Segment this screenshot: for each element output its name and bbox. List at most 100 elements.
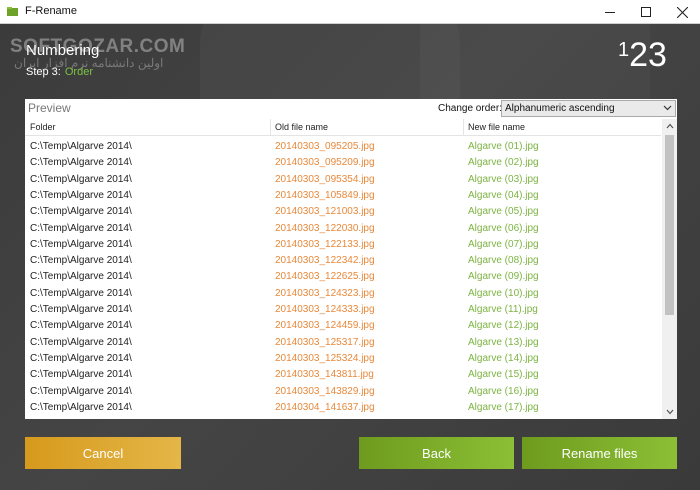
new-name-cell: Algarve (03).jpg	[468, 173, 539, 185]
table-row[interactable]: C:\Temp\Algarve 2014\ 20140303_122133.jp…	[25, 237, 661, 253]
folder-cell: C:\Temp\Algarve 2014\	[30, 255, 132, 267]
folder-icon	[7, 7, 18, 16]
new-name-cell: Algarve (07).jpg	[468, 238, 539, 250]
rename-files-button[interactable]: Rename files	[522, 437, 677, 469]
folder-cell: C:\Temp\Algarve 2014\	[30, 173, 132, 185]
old-name-cell: 20140303_143829.jpg	[275, 385, 375, 397]
new-name-cell: Algarve (05).jpg	[468, 206, 539, 218]
new-name-cell: Algarve (02).jpg	[468, 157, 539, 169]
old-name-cell: 20140303_121003.jpg	[275, 206, 375, 218]
new-name-cell: Algarve (15).jpg	[468, 369, 539, 381]
numbering-logo: 123	[618, 36, 667, 75]
minimize-icon	[605, 11, 615, 13]
new-name-cell: Algarve (11).jpg	[468, 304, 538, 315]
maximize-icon	[641, 7, 651, 17]
preview-label: Preview	[28, 101, 71, 115]
folder-cell: C:\Temp\Algarve 2014\	[30, 222, 132, 234]
table-row[interactable]: C:\Temp\Algarve 2014\ 20140303_122030.jp…	[25, 221, 661, 237]
folder-cell: C:\Temp\Algarve 2014\	[30, 238, 132, 250]
old-name-cell: 20140303_143811.jpg	[275, 369, 374, 381]
column-header-old-name[interactable]: Old file name	[275, 122, 328, 132]
table-row[interactable]: C:\Temp\Algarve 2014\ 20140303_121003.jp…	[25, 204, 661, 220]
chevron-up-icon	[666, 123, 673, 129]
table-row[interactable]: C:\Temp\Algarve 2014\ 20140303_122625.jp…	[25, 269, 661, 285]
step-indicator: Step 3: Order	[26, 66, 93, 78]
close-icon	[676, 6, 688, 18]
file-list: C:\Temp\Algarve 2014\ 20140303_095205.jp…	[25, 139, 661, 419]
folder-cell: C:\Temp\Algarve 2014\	[30, 189, 132, 201]
folder-cell: C:\Temp\Algarve 2014\	[30, 206, 132, 218]
folder-cell: C:\Temp\Algarve 2014\	[30, 271, 132, 283]
old-name-cell: 20140303_122342.jpg	[275, 255, 375, 267]
change-order-select[interactable]: Alphanumeric ascending	[501, 100, 676, 117]
new-name-cell: Algarve (09).jpg	[468, 271, 539, 283]
new-name-cell: Algarve (10).jpg	[468, 287, 539, 299]
logo-digit-small: 1	[618, 39, 630, 61]
table-row[interactable]: C:\Temp\Algarve 2014\ 20140303_143811.jp…	[25, 367, 661, 383]
chevron-down-icon	[666, 409, 673, 415]
cancel-button[interactable]: Cancel	[25, 437, 181, 469]
table-row[interactable]: C:\Temp\Algarve 2014\ 20140303_124459.jp…	[25, 318, 661, 334]
maximize-button[interactable]	[628, 0, 664, 24]
minimize-button[interactable]	[592, 0, 628, 24]
new-name-cell: Algarve (01).jpg	[468, 141, 539, 152]
new-name-cell: Algarve (16).jpg	[468, 385, 539, 397]
page-title: Numbering	[26, 42, 100, 59]
table-header: Folder Old file name New file name	[25, 119, 661, 136]
table-row[interactable]: C:\Temp\Algarve 2014\ 20140303_124333.jp…	[25, 302, 661, 318]
change-order-label: Change order:	[438, 103, 502, 114]
folder-cell: C:\Temp\Algarve 2014\	[30, 287, 132, 299]
new-name-cell: Algarve (08).jpg	[468, 255, 539, 267]
folder-cell: C:\Temp\Algarve 2014\	[30, 320, 132, 332]
table-row[interactable]: C:\Temp\Algarve 2014\ 20140303_095354.jp…	[25, 172, 661, 188]
old-name-cell: 20140303_095209.jpg	[275, 157, 375, 169]
new-name-cell: Algarve (12).jpg	[468, 320, 539, 332]
table-row[interactable]: C:\Temp\Algarve 2014\ 20140303_143829.jp…	[25, 384, 661, 400]
folder-cell: C:\Temp\Algarve 2014\	[30, 141, 132, 152]
back-button[interactable]: Back	[359, 437, 514, 469]
close-button[interactable]	[664, 0, 700, 24]
column-divider[interactable]	[463, 119, 464, 136]
vertical-scrollbar[interactable]	[662, 119, 677, 419]
folder-cell: C:\Temp\Algarve 2014\	[30, 369, 132, 381]
table-row[interactable]: C:\Temp\Algarve 2014\ 20140304_141637.jp…	[25, 400, 661, 416]
wizard-area: SOFTGOZAR.COM اولین دانشنامه نرم افزار ا…	[0, 24, 700, 490]
new-name-cell: Algarve (14).jpg	[468, 352, 539, 364]
table-row[interactable]: C:\Temp\Algarve 2014\ 20140303_125317.jp…	[25, 335, 661, 351]
step-value: Order	[64, 66, 93, 78]
scroll-thumb[interactable]	[665, 135, 674, 315]
table-row[interactable]: C:\Temp\Algarve 2014\ 20140303_095209.jp…	[25, 155, 661, 171]
table-row[interactable]: C:\Temp\Algarve 2014\ 20140303_125324.jp…	[25, 351, 661, 367]
new-name-cell: Algarve (13).jpg	[468, 336, 539, 348]
column-header-new-name[interactable]: New file name	[468, 122, 525, 132]
new-name-cell: Algarve (06).jpg	[468, 222, 539, 234]
window-title: F-Rename	[25, 5, 77, 17]
column-header-folder[interactable]: Folder	[30, 122, 56, 132]
folder-cell: C:\Temp\Algarve 2014\	[30, 157, 132, 169]
old-name-cell: 20140303_124459.jpg	[275, 320, 375, 332]
logo-digits-large: 23	[629, 36, 667, 74]
title-bar: F-Rename	[0, 0, 700, 24]
folder-cell: C:\Temp\Algarve 2014\	[30, 385, 132, 397]
scroll-up-button[interactable]	[662, 119, 677, 133]
table-row[interactable]: C:\Temp\Algarve 2014\ 20140303_095205.jp…	[25, 139, 661, 155]
preview-panel: Preview Change order: Alphanumeric ascen…	[25, 99, 677, 419]
old-name-cell: 20140303_125317.jpg	[275, 336, 375, 348]
old-name-cell: 20140303_122030.jpg	[275, 222, 375, 234]
new-name-cell: Algarve (04).jpg	[468, 189, 539, 201]
old-name-cell: 20140303_095354.jpg	[275, 173, 375, 185]
old-name-cell: 20140303_095205.jpg	[275, 141, 375, 152]
table-row[interactable]: C:\Temp\Algarve 2014\ 20140303_122342.jp…	[25, 253, 661, 269]
table-row[interactable]: C:\Temp\Algarve 2014\ 20140303_105849.jp…	[25, 188, 661, 204]
chevron-down-icon	[663, 105, 672, 111]
column-divider[interactable]	[270, 119, 271, 136]
old-name-cell: 20140303_122133.jpg	[275, 238, 375, 250]
folder-cell: C:\Temp\Algarve 2014\	[30, 336, 132, 348]
step-label: Step 3:	[26, 66, 61, 78]
change-order-value: Alphanumeric ascending	[505, 103, 615, 114]
folder-cell: C:\Temp\Algarve 2014\	[30, 352, 132, 364]
scroll-down-button[interactable]	[662, 405, 677, 419]
folder-cell: C:\Temp\Algarve 2014\	[30, 401, 132, 413]
old-name-cell: 20140303_122625.jpg	[275, 271, 375, 283]
table-row[interactable]: C:\Temp\Algarve 2014\ 20140303_124323.jp…	[25, 286, 661, 302]
